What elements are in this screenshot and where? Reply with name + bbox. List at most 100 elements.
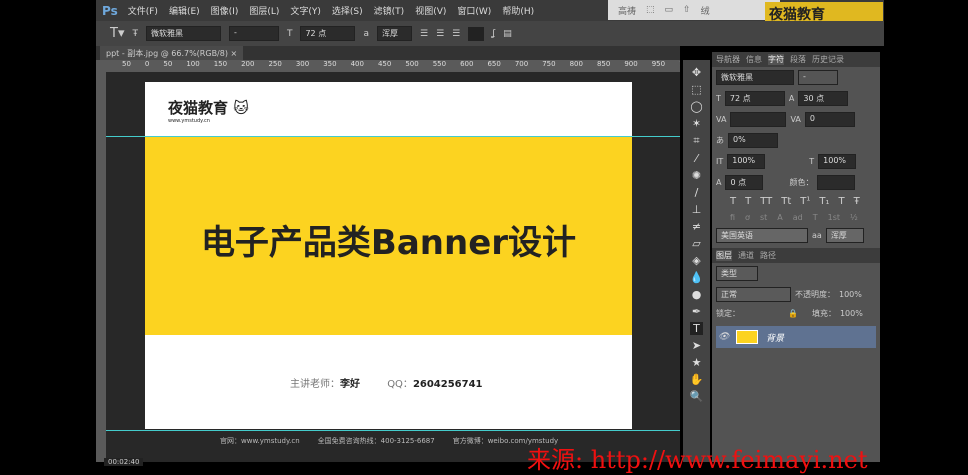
orientation-icon[interactable]: Ŧ xyxy=(132,29,138,39)
small-caps-icon[interactable]: Tt xyxy=(781,196,791,207)
char-size[interactable]: 72 点 xyxy=(724,91,785,106)
type-tool-icon[interactable]: T xyxy=(690,322,703,335)
char-aa-select[interactable]: 浑厚 xyxy=(825,228,864,243)
healing-brush-icon[interactable]: ✺ xyxy=(692,169,701,182)
history-brush-icon[interactable]: ≠ xyxy=(692,220,701,233)
zoom-tool-icon[interactable]: 🔍 xyxy=(690,390,704,403)
panels-icon[interactable]: ▤ xyxy=(503,29,512,39)
marquee-tool-icon[interactable]: ⬚ xyxy=(691,83,701,96)
all-caps-icon[interactable]: TT xyxy=(760,196,772,207)
faux-italic-icon[interactable]: T xyxy=(745,196,751,207)
strikethrough-icon[interactable]: Ŧ xyxy=(854,196,860,207)
menu-file[interactable]: 文件(F) xyxy=(128,4,158,17)
blend-mode-select[interactable]: 正常 xyxy=(716,287,791,302)
tab-navigator[interactable]: 导航器 xyxy=(716,54,740,65)
opacity-field[interactable]: 100% xyxy=(839,290,862,299)
char-hscale[interactable]: 100% xyxy=(818,154,857,169)
opentype-buttons: fi ơ st Aad T 1st ½ xyxy=(730,213,858,222)
type-tool-icon[interactable]: T▾ xyxy=(110,26,124,41)
window-icon[interactable]: ▭ xyxy=(665,5,674,15)
warp-text-icon[interactable]: ʆ xyxy=(492,29,495,39)
watermark: 来源: http://www.feimayi.net xyxy=(527,446,868,474)
font-style-select[interactable]: - xyxy=(228,26,279,41)
ruler-tick: 200 xyxy=(241,60,255,68)
screen-mode-icon[interactable]: ⬚ xyxy=(646,5,655,15)
upload-icon[interactable]: ⇧ xyxy=(683,5,691,15)
underline-icon[interactable]: T xyxy=(839,196,845,207)
tab-paragraph[interactable]: 段落 xyxy=(790,54,806,65)
eyedropper-icon[interactable]: ⁄ xyxy=(696,152,698,165)
status-bar: 00:02:40 xyxy=(104,458,144,466)
char-style-select[interactable]: - xyxy=(798,70,838,85)
font-size-select[interactable]: 72 点 xyxy=(300,26,356,41)
tab-character[interactable]: 字符 xyxy=(768,54,784,65)
subscript-icon[interactable]: T₁ xyxy=(819,196,829,207)
ruler-tick: 350 xyxy=(323,60,337,68)
workspace-extra[interactable]: 绒 xyxy=(701,4,710,17)
align-right-icon[interactable]: ☰ xyxy=(452,29,460,39)
guide-line[interactable] xyxy=(106,136,680,137)
fill-field[interactable]: 100% xyxy=(840,309,863,318)
faux-bold-icon[interactable]: T xyxy=(730,196,736,207)
tab-history[interactable]: 历史记录 xyxy=(812,54,844,65)
ruler-tick: 750 xyxy=(542,60,556,68)
char-tsume[interactable]: 0% xyxy=(728,133,778,148)
tracking-icon: VA xyxy=(790,115,801,124)
ruler-tick: 250 xyxy=(268,60,282,68)
paint-bucket-icon[interactable]: ◈ xyxy=(692,254,700,267)
workspace-label[interactable]: 高祷 xyxy=(618,4,636,17)
stamp-tool-icon[interactable]: ⊥ xyxy=(692,203,702,216)
layer-filter-select[interactable]: 类型 xyxy=(716,266,758,281)
guide-line[interactable] xyxy=(106,430,680,431)
font-family-select[interactable]: 微软雅黑 xyxy=(145,26,221,41)
hand-tool-icon[interactable]: ✋ xyxy=(690,373,704,386)
path-select-icon[interactable]: ➤ xyxy=(692,339,701,352)
ruler-tick: 850 xyxy=(596,60,611,68)
tab-layers[interactable]: 图层 xyxy=(716,250,732,261)
char-tracking[interactable]: 0 xyxy=(804,112,855,127)
menu-image[interactable]: 图像(I) xyxy=(211,4,239,17)
char-font-select[interactable]: 微软雅黑 xyxy=(716,70,794,85)
lasso-tool-icon[interactable]: ◯ xyxy=(690,100,702,113)
brush-tool-icon[interactable]: / xyxy=(695,186,699,199)
blur-tool-icon[interactable]: 💧 xyxy=(690,271,704,284)
antialias-select[interactable]: 浑厚 xyxy=(376,26,412,41)
menu-window[interactable]: 窗口(W) xyxy=(457,4,491,17)
tab-paths[interactable]: 路径 xyxy=(760,250,776,261)
crop-tool-icon[interactable]: ⌗ xyxy=(693,134,699,148)
layer-row[interactable]: 👁 背景 xyxy=(716,326,876,348)
tab-info[interactable]: 信息 xyxy=(746,54,762,65)
menu-view[interactable]: 视图(V) xyxy=(415,4,446,17)
char-vscale[interactable]: 100% xyxy=(727,154,766,169)
align-center-icon[interactable]: ☰ xyxy=(436,29,444,39)
char-baseline[interactable]: 0 点 xyxy=(725,175,764,190)
language-select[interactable]: 美国英语 xyxy=(716,228,808,243)
superscript-icon[interactable]: T¹ xyxy=(800,196,810,207)
char-color-swatch[interactable] xyxy=(817,175,856,190)
move-tool-icon[interactable]: ✥ xyxy=(692,66,701,79)
pen-tool-icon[interactable]: ✒ xyxy=(692,305,701,318)
magic-wand-icon[interactable]: ✶ xyxy=(692,117,701,130)
tab-channels[interactable]: 通道 xyxy=(738,250,754,261)
align-left-icon[interactable]: ☰ xyxy=(420,29,428,39)
text-color-swatch[interactable] xyxy=(468,26,485,41)
char-kerning[interactable] xyxy=(730,112,787,127)
menu-type[interactable]: 文字(Y) xyxy=(290,4,321,17)
menu-help[interactable]: 帮助(H) xyxy=(502,4,534,17)
char-leading[interactable]: 30 点 xyxy=(798,91,849,106)
ruler-tick: 150 xyxy=(213,60,228,68)
menu-filter[interactable]: 滤镜(T) xyxy=(374,4,405,17)
menu-select[interactable]: 选择(S) xyxy=(332,4,363,17)
eraser-icon[interactable]: ▱ xyxy=(692,237,700,250)
dodge-tool-icon[interactable]: ● xyxy=(692,288,702,301)
banner-title[interactable]: 电子产品类Banner设计 xyxy=(145,215,632,264)
document-logo: 夜猫教育 🐱 www.ymstudy.cn xyxy=(168,99,249,124)
shape-tool-icon[interactable]: ★ xyxy=(692,356,702,369)
leading-icon: A xyxy=(788,94,795,103)
menu-edit[interactable]: 编辑(E) xyxy=(169,4,200,17)
baseline-icon: A xyxy=(716,178,722,187)
character-panel: 导航器 信息 字符 段落 历史记录 微软雅黑 - T 72 点 A 30 点 VA VA 0… xyxy=(712,52,880,462)
document-tab[interactable]: ppt - 副本.jpg @ 66.7%(RGB/8) × xyxy=(100,46,244,60)
menu-layer[interactable]: 图层(L) xyxy=(249,4,279,17)
ruler-tick: 900 xyxy=(624,60,638,68)
